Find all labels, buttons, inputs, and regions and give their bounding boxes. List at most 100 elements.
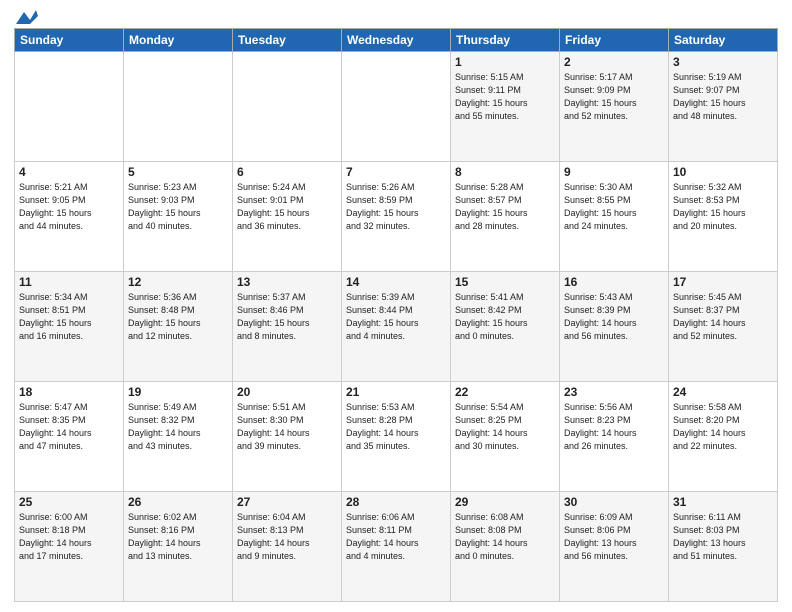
day-info: Sunrise: 5:26 AM Sunset: 8:59 PM Dayligh… (346, 181, 446, 233)
calendar-cell: 18 Sunrise: 5:47 AM Sunset: 8:35 PM Dayli… (15, 382, 124, 492)
day-info: Sunrise: 5:17 AM Sunset: 9:09 PM Dayligh… (564, 71, 664, 123)
calendar-cell: 1 Sunrise: 5:15 AM Sunset: 9:11 PM Daylig… (451, 52, 560, 162)
day-number: 24 (673, 385, 773, 399)
calendar-cell: 3 Sunrise: 5:19 AM Sunset: 9:07 PM Daylig… (669, 52, 778, 162)
day-info: Sunrise: 5:24 AM Sunset: 9:01 PM Dayligh… (237, 181, 337, 233)
calendar-cell: 26 Sunrise: 6:02 AM Sunset: 8:16 PM Dayli… (124, 492, 233, 602)
logo (14, 14, 38, 24)
header-tuesday: Tuesday (233, 29, 342, 52)
calendar-cell: 2 Sunrise: 5:17 AM Sunset: 9:09 PM Daylig… (560, 52, 669, 162)
calendar-cell: 31 Sunrise: 6:11 AM Sunset: 8:03 PM Dayli… (669, 492, 778, 602)
header-thursday: Thursday (451, 29, 560, 52)
day-info: Sunrise: 5:32 AM Sunset: 8:53 PM Dayligh… (673, 181, 773, 233)
day-info: Sunrise: 5:53 AM Sunset: 8:28 PM Dayligh… (346, 401, 446, 453)
header (14, 10, 778, 24)
day-info: Sunrise: 6:06 AM Sunset: 8:11 PM Dayligh… (346, 511, 446, 563)
day-info: Sunrise: 5:19 AM Sunset: 9:07 PM Dayligh… (673, 71, 773, 123)
day-number: 21 (346, 385, 446, 399)
header-monday: Monday (124, 29, 233, 52)
calendar-cell: 17 Sunrise: 5:45 AM Sunset: 8:37 PM Dayli… (669, 272, 778, 382)
day-number: 8 (455, 165, 555, 179)
calendar-cell (15, 52, 124, 162)
calendar-week-row: 11 Sunrise: 5:34 AM Sunset: 8:51 PM Dayli… (15, 272, 778, 382)
day-number: 31 (673, 495, 773, 509)
day-number: 19 (128, 385, 228, 399)
day-number: 20 (237, 385, 337, 399)
calendar-cell: 22 Sunrise: 5:54 AM Sunset: 8:25 PM Dayli… (451, 382, 560, 492)
header-friday: Friday (560, 29, 669, 52)
day-number: 2 (564, 55, 664, 69)
calendar-cell: 12Sunrise: 5:36 AM Sunset: 8:48 PM Dayli… (124, 272, 233, 382)
day-info: Sunrise: 6:08 AM Sunset: 8:08 PM Dayligh… (455, 511, 555, 563)
day-number: 26 (128, 495, 228, 509)
calendar-cell: 16Sunrise: 5:43 AM Sunset: 8:39 PM Dayli… (560, 272, 669, 382)
day-info: Sunrise: 5:28 AM Sunset: 8:57 PM Dayligh… (455, 181, 555, 233)
calendar-cell (342, 52, 451, 162)
day-info: Sunrise: 5:23 AM Sunset: 9:03 PM Dayligh… (128, 181, 228, 233)
calendar-header-row: Sunday Monday Tuesday Wednesday Thursday… (15, 29, 778, 52)
day-number: 5 (128, 165, 228, 179)
day-number: 23 (564, 385, 664, 399)
day-number: 15 (455, 275, 555, 289)
day-number: 6 (237, 165, 337, 179)
header-wednesday: Wednesday (342, 29, 451, 52)
day-number: 30 (564, 495, 664, 509)
header-saturday: Saturday (669, 29, 778, 52)
day-info: Sunrise: 5:54 AM Sunset: 8:25 PM Dayligh… (455, 401, 555, 453)
day-info: Sunrise: 5:49 AM Sunset: 8:32 PM Dayligh… (128, 401, 228, 453)
day-info: Sunrise: 5:34 AM Sunset: 8:51 PM Dayligh… (19, 291, 119, 343)
day-number: 17 (673, 275, 773, 289)
day-number: 12 (128, 275, 228, 289)
calendar-week-row: 25Sunrise: 6:00 AM Sunset: 8:18 PM Dayli… (15, 492, 778, 602)
calendar-cell: 14 Sunrise: 5:39 AM Sunset: 8:44 PM Dayli… (342, 272, 451, 382)
calendar-week-row: 1 Sunrise: 5:15 AM Sunset: 9:11 PM Daylig… (15, 52, 778, 162)
calendar-cell: 20 Sunrise: 5:51 AM Sunset: 8:30 PM Dayli… (233, 382, 342, 492)
day-info: Sunrise: 5:15 AM Sunset: 9:11 PM Dayligh… (455, 71, 555, 123)
day-info: Sunrise: 5:51 AM Sunset: 8:30 PM Dayligh… (237, 401, 337, 453)
day-info: Sunrise: 5:47 AM Sunset: 8:35 PM Dayligh… (19, 401, 119, 453)
day-number: 4 (19, 165, 119, 179)
day-info: Sunrise: 5:56 AM Sunset: 8:23 PM Dayligh… (564, 401, 664, 453)
calendar-cell: 8 Sunrise: 5:28 AM Sunset: 8:57 PM Daylig… (451, 162, 560, 272)
day-number: 1 (455, 55, 555, 69)
day-info: Sunrise: 6:04 AM Sunset: 8:13 PM Dayligh… (237, 511, 337, 563)
day-info: Sunrise: 6:11 AM Sunset: 8:03 PM Dayligh… (673, 511, 773, 563)
header-sunday: Sunday (15, 29, 124, 52)
day-number: 11 (19, 275, 119, 289)
calendar-cell: 10 Sunrise: 5:32 AM Sunset: 8:53 PM Dayli… (669, 162, 778, 272)
day-number: 22 (455, 385, 555, 399)
calendar-cell: 13 Sunrise: 5:37 AM Sunset: 8:46 PM Dayli… (233, 272, 342, 382)
calendar-table: Sunday Monday Tuesday Wednesday Thursday… (14, 28, 778, 602)
day-info: Sunrise: 6:00 AM Sunset: 8:18 PM Dayligh… (19, 511, 119, 563)
day-info: Sunrise: 5:43 AM Sunset: 8:39 PM Dayligh… (564, 291, 664, 343)
calendar-cell: 23 Sunrise: 5:56 AM Sunset: 8:23 PM Dayli… (560, 382, 669, 492)
calendar-cell: 7 Sunrise: 5:26 AM Sunset: 8:59 PM Daylig… (342, 162, 451, 272)
calendar-cell: 15 Sunrise: 5:41 AM Sunset: 8:42 PM Dayli… (451, 272, 560, 382)
calendar-cell: 27 Sunrise: 6:04 AM Sunset: 8:13 PM Dayli… (233, 492, 342, 602)
calendar-cell: 5 Sunrise: 5:23 AM Sunset: 9:03 PM Daylig… (124, 162, 233, 272)
day-number: 18 (19, 385, 119, 399)
day-number: 28 (346, 495, 446, 509)
day-info: Sunrise: 5:39 AM Sunset: 8:44 PM Dayligh… (346, 291, 446, 343)
day-number: 7 (346, 165, 446, 179)
day-number: 3 (673, 55, 773, 69)
day-info: Sunrise: 6:09 AM Sunset: 8:06 PM Dayligh… (564, 511, 664, 563)
day-info: Sunrise: 5:30 AM Sunset: 8:55 PM Dayligh… (564, 181, 664, 233)
day-info: Sunrise: 5:21 AM Sunset: 9:05 PM Dayligh… (19, 181, 119, 233)
calendar-cell: 21 Sunrise: 5:53 AM Sunset: 8:28 PM Dayli… (342, 382, 451, 492)
calendar-cell: 28 Sunrise: 6:06 AM Sunset: 8:11 PM Dayli… (342, 492, 451, 602)
day-info: Sunrise: 6:02 AM Sunset: 8:16 PM Dayligh… (128, 511, 228, 563)
day-info: Sunrise: 5:45 AM Sunset: 8:37 PM Dayligh… (673, 291, 773, 343)
calendar-cell: 6 Sunrise: 5:24 AM Sunset: 9:01 PM Daylig… (233, 162, 342, 272)
calendar-week-row: 4 Sunrise: 5:21 AM Sunset: 9:05 PM Daylig… (15, 162, 778, 272)
day-number: 27 (237, 495, 337, 509)
page: Sunday Monday Tuesday Wednesday Thursday… (0, 0, 792, 612)
day-number: 14 (346, 275, 446, 289)
calendar-cell: 24Sunrise: 5:58 AM Sunset: 8:20 PM Dayli… (669, 382, 778, 492)
day-info: Sunrise: 5:37 AM Sunset: 8:46 PM Dayligh… (237, 291, 337, 343)
day-info: Sunrise: 5:41 AM Sunset: 8:42 PM Dayligh… (455, 291, 555, 343)
day-number: 13 (237, 275, 337, 289)
calendar-week-row: 18 Sunrise: 5:47 AM Sunset: 8:35 PM Dayli… (15, 382, 778, 492)
day-number: 10 (673, 165, 773, 179)
calendar-cell (233, 52, 342, 162)
